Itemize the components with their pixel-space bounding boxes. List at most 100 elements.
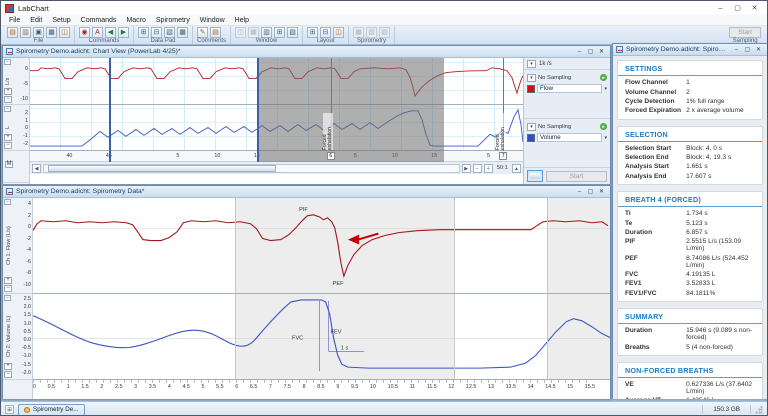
sampling-start-button[interactable]: Start bbox=[729, 27, 761, 38]
flow-channel-name[interactable]: Flow bbox=[537, 84, 602, 93]
report-row-value: 0.627336 L/s (37.6402 L/min) bbox=[686, 381, 755, 395]
app-minimize-button[interactable]: – bbox=[712, 2, 729, 14]
window-tile-icon[interactable]: ◫ bbox=[235, 27, 246, 38]
expand-time-icon[interactable]: + bbox=[484, 164, 493, 173]
layout-tile-icon[interactable]: ⊞ bbox=[307, 27, 318, 38]
window-cascade-icon[interactable]: ▦ bbox=[248, 27, 259, 38]
spirometry-plot-area[interactable]: PIF PEF bbox=[33, 198, 610, 399]
selection-start-icon[interactable]: ◀ bbox=[105, 27, 116, 38]
window-chart-icon[interactable]: ⊞ bbox=[274, 27, 285, 38]
zoom-in-button[interactable]: + bbox=[4, 363, 12, 370]
report-row: Breaths5 (4 non-forced) bbox=[618, 342, 762, 351]
layout-new-icon[interactable]: ◫ bbox=[333, 27, 344, 38]
menu-item[interactable]: Setup bbox=[47, 17, 75, 24]
volume-channel-name[interactable]: Volume bbox=[537, 133, 602, 142]
spirometry-settings-icon[interactable]: ▦ bbox=[353, 27, 364, 38]
menu-item[interactable]: Window bbox=[195, 17, 230, 24]
toolbar-group-label: Data Pad bbox=[138, 38, 188, 45]
spirometry-data-icon[interactable]: ▨ bbox=[379, 27, 390, 38]
marker-button[interactable]: M bbox=[5, 161, 13, 168]
menu-item[interactable]: Edit bbox=[25, 17, 47, 24]
selection-end-icon[interactable]: ▶ bbox=[118, 27, 129, 38]
spirometry-report-titlebar[interactable]: Spirometry Demo.adicht: Spirometry Repor… bbox=[613, 44, 767, 56]
zoom-out-button[interactable]: − bbox=[4, 142, 12, 149]
zoom-in-button[interactable]: + bbox=[4, 277, 12, 284]
menu-item[interactable]: Help bbox=[230, 17, 254, 24]
flow-color-swatch[interactable] bbox=[527, 85, 535, 93]
range-dropdown-icon[interactable]: ▾ bbox=[527, 74, 536, 82]
save-icon[interactable]: ▣ bbox=[33, 27, 44, 38]
chart-view-close-button[interactable]: ✕ bbox=[596, 47, 607, 56]
range-dropdown-icon[interactable]: ▾ bbox=[527, 123, 536, 131]
datapad-graph-icon[interactable]: ▦ bbox=[177, 27, 188, 38]
volume-color-swatch[interactable] bbox=[527, 134, 535, 142]
channel-menu-icon[interactable]: ▾ bbox=[604, 86, 607, 92]
resize-grip[interactable] bbox=[755, 406, 763, 414]
datapad-add-icon[interactable]: ⊟ bbox=[151, 27, 162, 38]
scroll-to-end-icon[interactable]: ▲ bbox=[512, 164, 521, 173]
menu-item[interactable]: Commands bbox=[76, 17, 122, 24]
chart-view-titlebar[interactable]: Spirometry Demo.adicht: Chart View (Powe… bbox=[3, 46, 610, 58]
selection-overlay[interactable] bbox=[257, 58, 444, 162]
datapad-options-icon[interactable]: ▧ bbox=[164, 27, 175, 38]
sample-rate-label[interactable]: 1k /s bbox=[539, 61, 552, 67]
add-comment-icon[interactable]: ✎ bbox=[197, 27, 208, 38]
scrollbar-thumb[interactable] bbox=[48, 165, 276, 172]
comment-number-badge[interactable]: 6 bbox=[327, 152, 335, 160]
datapad-view-icon[interactable]: ⊞ bbox=[138, 27, 149, 38]
report-close-button[interactable]: ✕ bbox=[753, 45, 764, 54]
scrollbar-track[interactable] bbox=[43, 164, 460, 173]
breath-boundary-line bbox=[235, 198, 236, 293]
toolbar-group-window: ◫ ▦ ▥ ⊞ ▧ Window bbox=[231, 26, 303, 44]
start-sampling-button[interactable]: Start bbox=[546, 171, 607, 182]
scroll-right-icon[interactable]: ▶ bbox=[462, 164, 471, 173]
menu-item[interactable]: File bbox=[4, 17, 25, 24]
report-minimize-button[interactable]: – bbox=[731, 45, 742, 54]
chart-view-minimize-button[interactable]: – bbox=[574, 47, 585, 56]
comment-number-badge[interactable]: 7 bbox=[499, 152, 507, 160]
zoom-in-button[interactable]: + bbox=[4, 134, 12, 141]
x-tick-label: 5.5 bbox=[216, 384, 223, 390]
spirometry-flow-plot[interactable]: PIF PEF bbox=[33, 198, 610, 294]
spirometry-report-title: Spirometry Demo.adicht: Spirometry Repor… bbox=[626, 46, 731, 53]
zoom-in-button[interactable]: + bbox=[4, 88, 12, 95]
new-file-icon[interactable]: ▤ bbox=[7, 27, 18, 38]
zoom-out-button[interactable]: − bbox=[4, 96, 12, 103]
spirometry-data-close-button[interactable]: ✕ bbox=[596, 187, 607, 196]
spirometry-data-maximize-button[interactable]: ▢ bbox=[585, 187, 596, 196]
x-tick-label: 14.5 bbox=[545, 384, 555, 390]
menu-item[interactable]: Macro bbox=[121, 17, 150, 24]
spirometry-time-axis[interactable]: 00.511.522.533.544.555.566.577.588.599.5… bbox=[33, 380, 610, 395]
spirometry-report-icon[interactable]: ▧ bbox=[366, 27, 377, 38]
spirometry-data-minimize-button[interactable]: – bbox=[574, 187, 585, 196]
channel-on-icon[interactable]: ▸ bbox=[600, 74, 607, 81]
channel-on-icon[interactable]: ▸ bbox=[600, 123, 607, 130]
zoom-out-button[interactable]: − bbox=[4, 371, 12, 378]
comment-list-icon[interactable]: ▤ bbox=[210, 27, 221, 38]
window-zoom-icon[interactable]: ▥ bbox=[261, 27, 272, 38]
chart-view-plot-area[interactable]: Forced exhalation Forced exhalation 4045… bbox=[30, 58, 523, 184]
zoom-out-button[interactable]: − bbox=[4, 285, 12, 292]
open-file-icon[interactable]: ▥ bbox=[20, 27, 31, 38]
spirometry-data-titlebar[interactable]: Spirometry Demo.adicht: Spirometry Data*… bbox=[3, 186, 610, 198]
layout-stack-icon[interactable]: ⊟ bbox=[320, 27, 331, 38]
menu-item[interactable]: Spirometry bbox=[151, 17, 195, 24]
document-tab[interactable]: Spirometry De... bbox=[18, 404, 85, 416]
status-document-icon[interactable]: ⊞ bbox=[5, 405, 14, 414]
chart-view-maximize-button[interactable]: ▢ bbox=[585, 47, 596, 56]
scope-preview-button[interactable] bbox=[527, 170, 543, 182]
report-maximize-button[interactable]: ▢ bbox=[742, 45, 753, 54]
app-maximize-button[interactable]: ▢ bbox=[729, 2, 746, 14]
scroll-left-icon[interactable]: ◀ bbox=[32, 164, 41, 173]
font-icon[interactable]: A bbox=[92, 27, 103, 38]
channel-menu-icon[interactable]: ▾ bbox=[604, 135, 607, 141]
app-close-button[interactable]: ✕ bbox=[746, 2, 763, 14]
spirometry-volume-plot[interactable]: FVC FEV 1 s bbox=[33, 294, 610, 380]
compress-time-icon[interactable]: − bbox=[473, 164, 482, 173]
compression-ratio[interactable]: 50:1 bbox=[495, 165, 510, 171]
rate-dropdown-icon[interactable]: ▾ bbox=[527, 60, 536, 68]
export-icon[interactable]: ◫ bbox=[59, 27, 70, 38]
print-icon[interactable]: ▦ bbox=[46, 27, 57, 38]
window-copy-icon[interactable]: ▧ bbox=[287, 27, 298, 38]
find-icon[interactable]: ◉ bbox=[79, 27, 90, 38]
